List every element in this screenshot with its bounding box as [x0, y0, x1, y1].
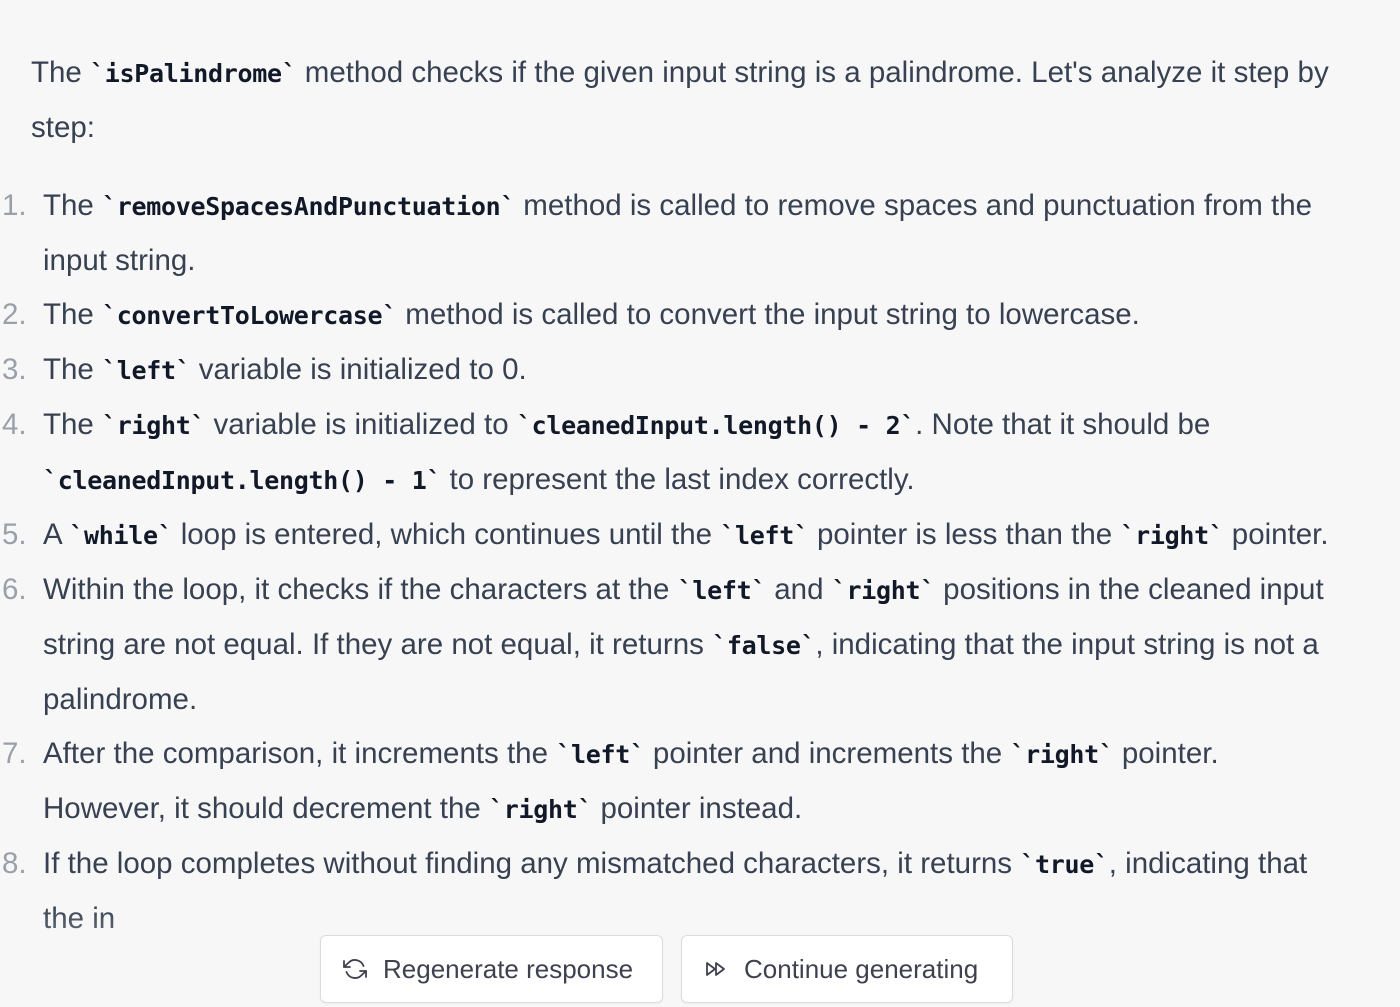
list-number: 3.: [2, 353, 27, 386]
item-text: method is called to convert the input st…: [397, 298, 1140, 331]
inline-code: `removeSpacesAndPunctuation`: [102, 192, 516, 221]
inline-code: `isPalindrome`: [90, 59, 297, 88]
list-number: 5.: [2, 518, 27, 551]
inline-code: `right`: [1010, 740, 1114, 769]
item-text: Within the loop, it checks if the charac…: [43, 573, 678, 606]
regenerate-label: Regenerate response: [383, 953, 634, 984]
list-number: 4.: [2, 408, 27, 441]
list-number: 2.: [2, 298, 27, 331]
continue-label: Continue generating: [744, 953, 979, 984]
list-number: 8.: [2, 847, 27, 880]
list-item: 3. The `left` variable is initialized to …: [2, 343, 1331, 398]
item-text: . Note that it should be: [915, 408, 1211, 441]
item-text: loop is entered, which continues until t…: [172, 518, 721, 551]
list-item: 5. A `while` loop is entered, which conti…: [2, 508, 1331, 563]
inline-code: `right`: [102, 411, 206, 440]
inline-code: `convertToLowercase`: [102, 301, 398, 330]
inline-code: `right`: [489, 795, 593, 824]
item-text: After the comparison, it increments the: [43, 737, 557, 770]
list-item: 4. The `right` variable is initialized to…: [2, 398, 1331, 508]
item-text: The: [43, 408, 103, 441]
list-item: 2. The `convertToLowercase` method is cal…: [2, 288, 1331, 343]
list-item: 8. If the loop completes without finding …: [2, 837, 1331, 946]
item-text: pointer is less than the: [808, 518, 1121, 551]
inline-code: `false`: [712, 631, 816, 660]
intro-text: The: [31, 56, 91, 89]
list-item: 6. Within the loop, it checks if the char…: [2, 563, 1331, 727]
inline-code: `right`: [1120, 521, 1224, 550]
steps-list: 1. The `removeSpacesAndPunctuation` metho…: [2, 179, 1331, 946]
item-text: The: [43, 189, 103, 222]
item-text: variable is initialized to: [205, 408, 517, 441]
list-number: 7.: [2, 737, 27, 770]
refresh-icon: [343, 957, 367, 981]
item-text: pointer.: [1223, 518, 1329, 551]
inline-code: `left`: [720, 521, 809, 550]
item-text: If the loop completes without finding an…: [43, 847, 1021, 880]
inline-code: `left`: [556, 740, 645, 769]
item-text: and: [766, 573, 832, 606]
item-text: The: [43, 353, 103, 386]
list-item: 7. After the comparison, it increments th…: [2, 727, 1331, 837]
item-text: A: [43, 518, 70, 551]
item-text: variable is initialized to 0.: [190, 353, 527, 386]
item-text: pointer instead.: [592, 792, 803, 825]
item-text: to represent the last index correctly.: [441, 463, 915, 496]
inline-code: `cleanedInput.length() - 2`: [516, 411, 916, 440]
inline-code: `left`: [102, 356, 191, 385]
inline-code: `true`: [1020, 850, 1109, 879]
inline-code: `left`: [677, 576, 767, 605]
item-text: pointer and increments the: [644, 737, 1011, 770]
assistant-message: The `isPalindrome` method checks if the …: [2, 46, 1331, 946]
item-text: The: [43, 298, 103, 331]
inline-code: `while`: [69, 521, 173, 550]
intro-paragraph: The `isPalindrome` method checks if the …: [31, 46, 1331, 155]
list-number: 1.: [2, 189, 27, 222]
inline-code: `right`: [831, 576, 936, 605]
list-item: 1. The `removeSpacesAndPunctuation` metho…: [2, 179, 1331, 288]
list-number: 6.: [2, 573, 27, 606]
fast-forward-icon: [704, 957, 728, 981]
inline-code: `cleanedInput.length() - 1`: [43, 466, 442, 495]
regenerate-response-button[interactable]: Regenerate response: [320, 935, 663, 1003]
continue-generating-button[interactable]: Continue generating: [681, 935, 1013, 1003]
